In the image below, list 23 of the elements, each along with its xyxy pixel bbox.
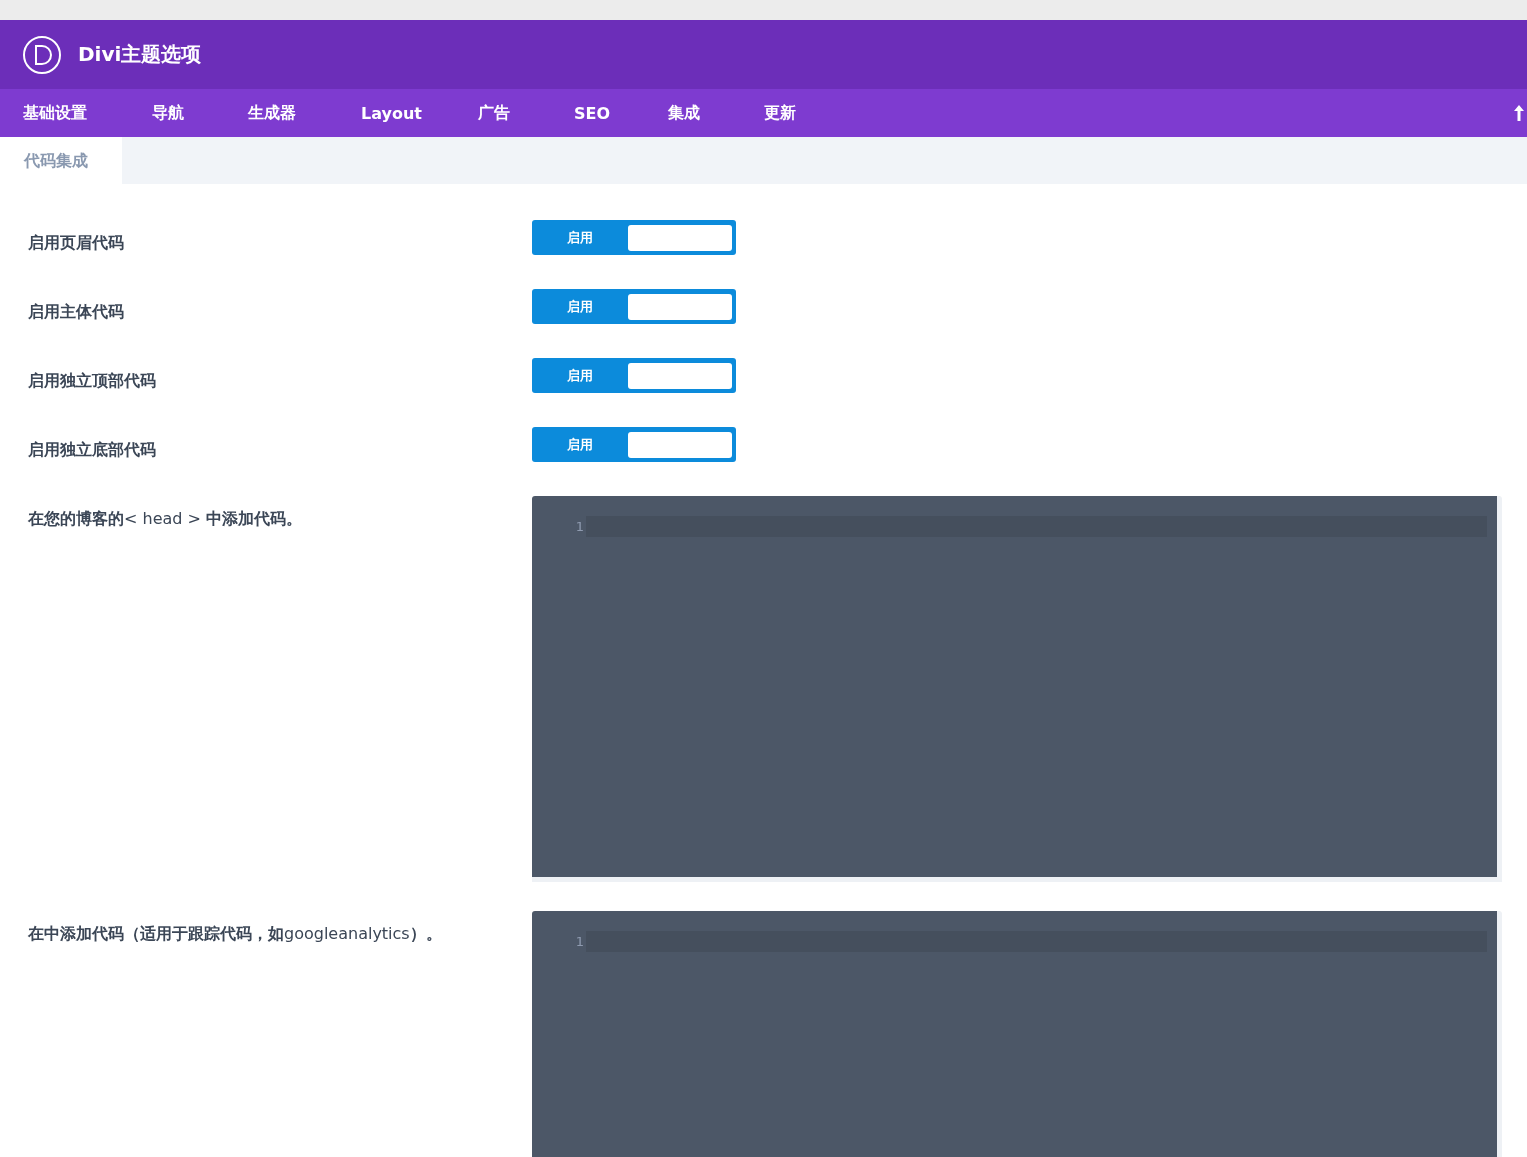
toggle-switch[interactable]: 启用 bbox=[532, 289, 736, 324]
nav-tab[interactable]: 基础设置 bbox=[23, 102, 152, 124]
page-title: Divi主题选项 bbox=[78, 41, 202, 68]
setting-label: 在中添加代码（适用于跟踪代码，如googleanalytics）。 bbox=[28, 923, 443, 945]
setting-label: 启用主体代码 bbox=[28, 301, 125, 323]
line-number: 1 bbox=[574, 934, 585, 949]
setting-label: 启用独立底部代码 bbox=[28, 439, 157, 461]
setting-label: 启用独立顶部代码 bbox=[28, 370, 157, 392]
nav-tab[interactable]: 生成器 bbox=[248, 102, 361, 124]
toggle-switch[interactable]: 启用 bbox=[532, 220, 736, 255]
nav-tab[interactable]: 广告 bbox=[478, 102, 574, 124]
line-number: 1 bbox=[574, 519, 585, 534]
toggle-switch[interactable]: 启用 bbox=[532, 358, 736, 393]
nav-tab[interactable]: 更新 bbox=[764, 102, 796, 124]
nav-tab[interactable]: 导航 bbox=[152, 102, 248, 124]
toggle-switch[interactable]: 启用 bbox=[532, 427, 736, 462]
nav-tab[interactable]: SEO bbox=[574, 103, 668, 123]
arrow-up-icon[interactable] bbox=[1513, 104, 1525, 122]
setting-label: 启用页眉代码 bbox=[28, 232, 125, 254]
nav-tab[interactable]: Layout bbox=[361, 103, 478, 123]
logo-icon bbox=[22, 34, 62, 75]
nav-tab[interactable]: 集成 bbox=[668, 102, 764, 124]
setting-label: 在您的博客的< head > 中添加代码。 bbox=[28, 508, 303, 530]
